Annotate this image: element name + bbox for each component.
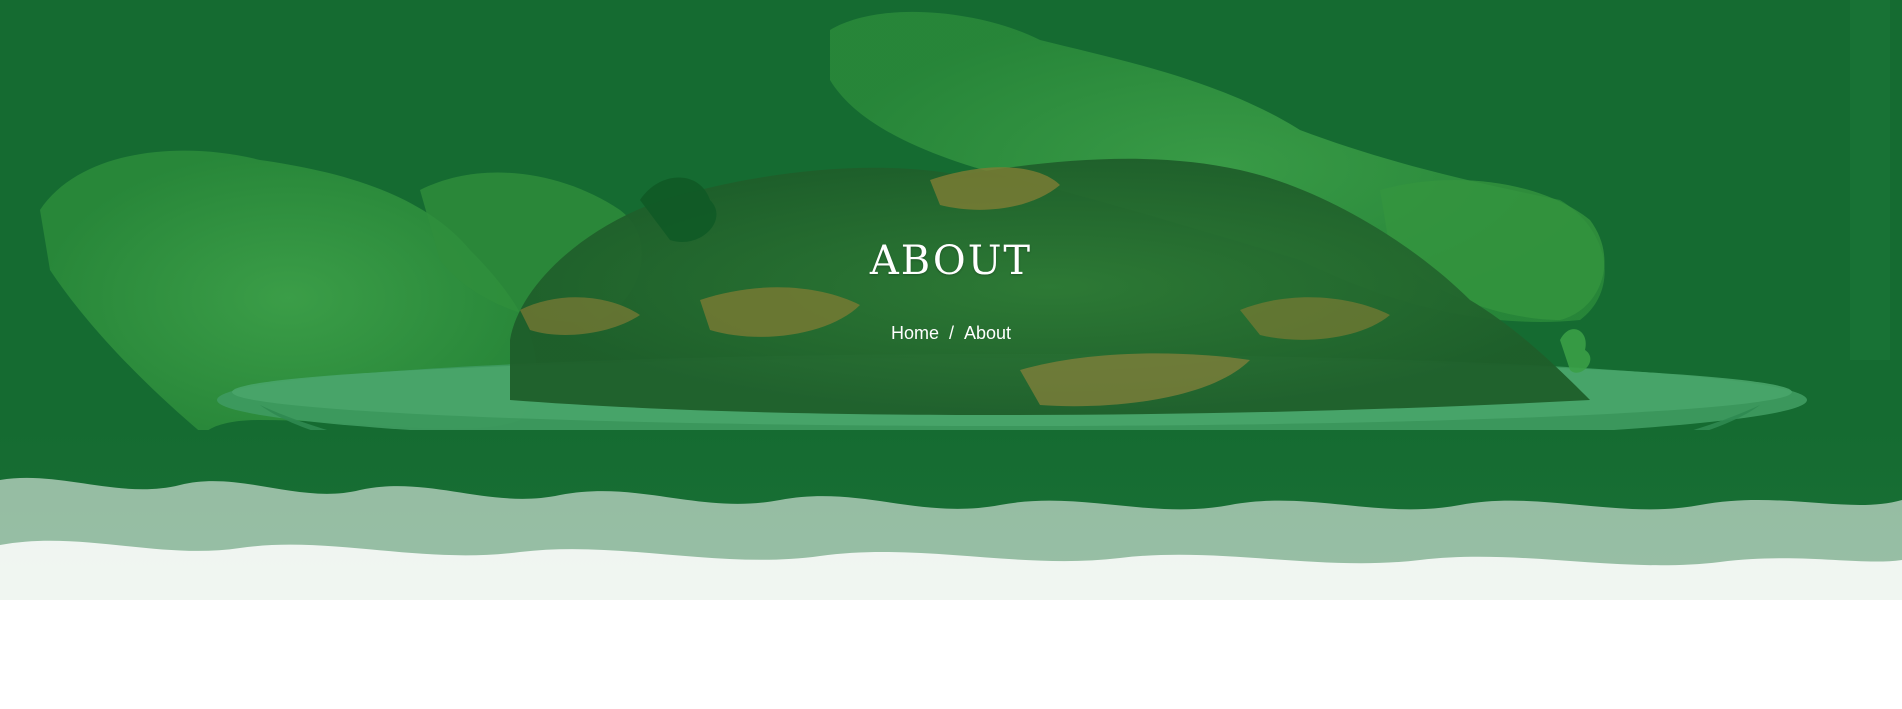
breadcrumb-home-link[interactable]: Home xyxy=(891,323,939,344)
breadcrumb: Home / About xyxy=(0,323,1902,344)
hero-background-image xyxy=(0,0,1902,709)
page-hero: ABOUT Home / About xyxy=(0,0,1902,709)
page-title: ABOUT xyxy=(869,238,1033,284)
breadcrumb-current: About xyxy=(963,323,1012,343)
breadcrumb-separator: / xyxy=(948,323,954,343)
